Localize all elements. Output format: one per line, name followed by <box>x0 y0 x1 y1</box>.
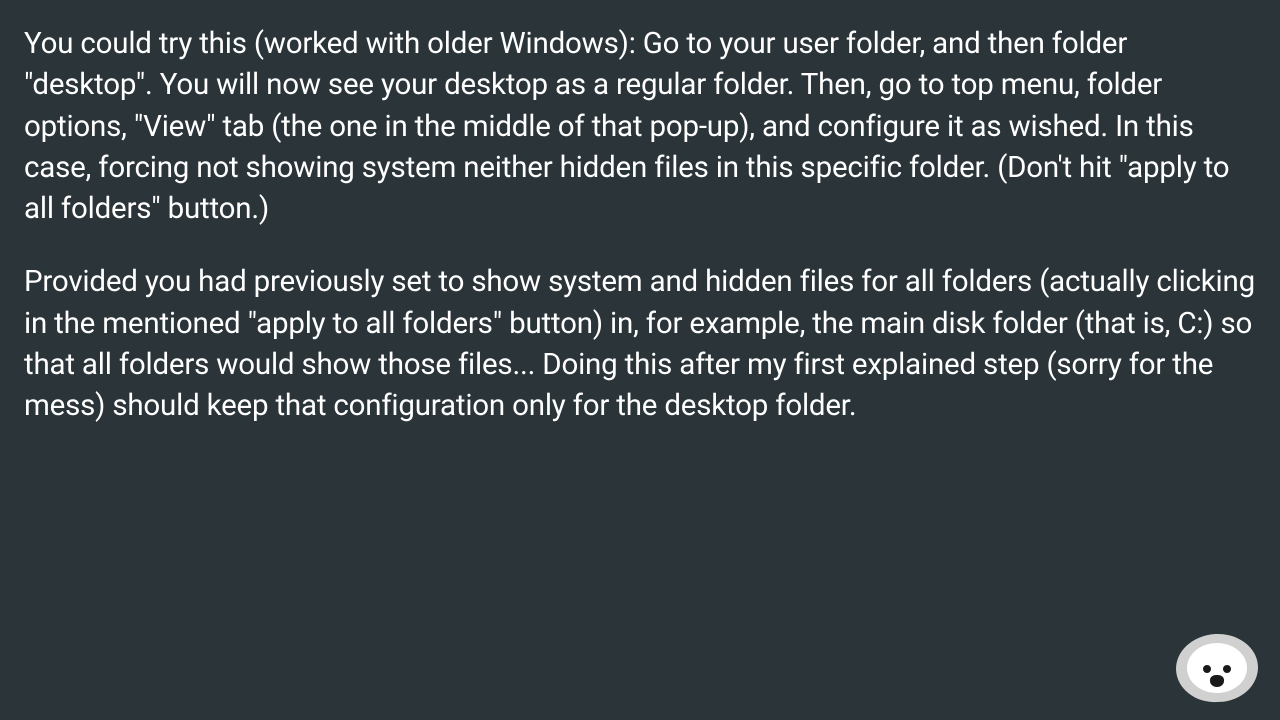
paragraph-2: Provided you had previously set to show … <box>24 262 1256 427</box>
content-body: You could try this (worked with older Wi… <box>24 24 1256 428</box>
paragraph-1: You could try this (worked with older Wi… <box>24 24 1256 230</box>
assistant-avatar[interactable] <box>1176 634 1258 702</box>
seal-icon <box>1174 632 1259 704</box>
